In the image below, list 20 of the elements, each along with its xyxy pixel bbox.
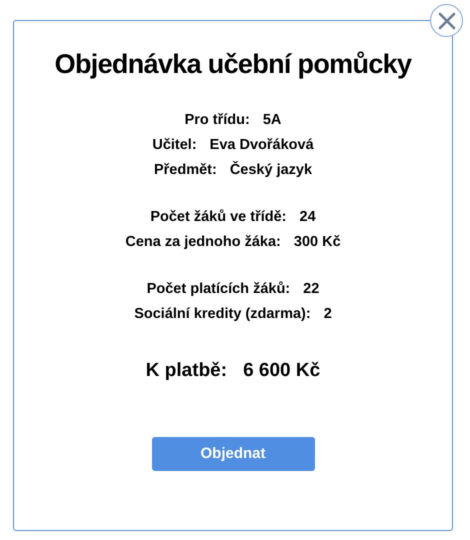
total-label: K platbě: [146,358,228,382]
dialog-title: Objednávka učební pomůcky [54,48,412,81]
close-button[interactable] [430,4,463,37]
close-icon [436,10,456,30]
field-value: 2 [324,304,332,322]
field-label: Počet žáků ve třídě: [150,208,287,226]
field-label: Sociální kredity (zdarma): [134,304,311,322]
total-value: 6 600 Kč [243,358,320,382]
field-label: Pro třídu: [184,110,250,128]
field-value: 22 [303,280,320,298]
field-label: Počet platících žáků: [146,280,290,298]
field-value: Eva Dvořáková [210,136,314,154]
field-label: Cena za jednoho žáka: [125,232,281,250]
field-value: 24 [300,208,316,226]
field-label: Učitel: [152,136,197,154]
field-label: Předmět: [154,160,217,178]
field-value: 5A [262,110,282,128]
order-button[interactable]: Objednat [152,437,314,471]
field-value: Český jazyk [230,160,312,178]
field-value: 300 Kč [294,232,341,250]
